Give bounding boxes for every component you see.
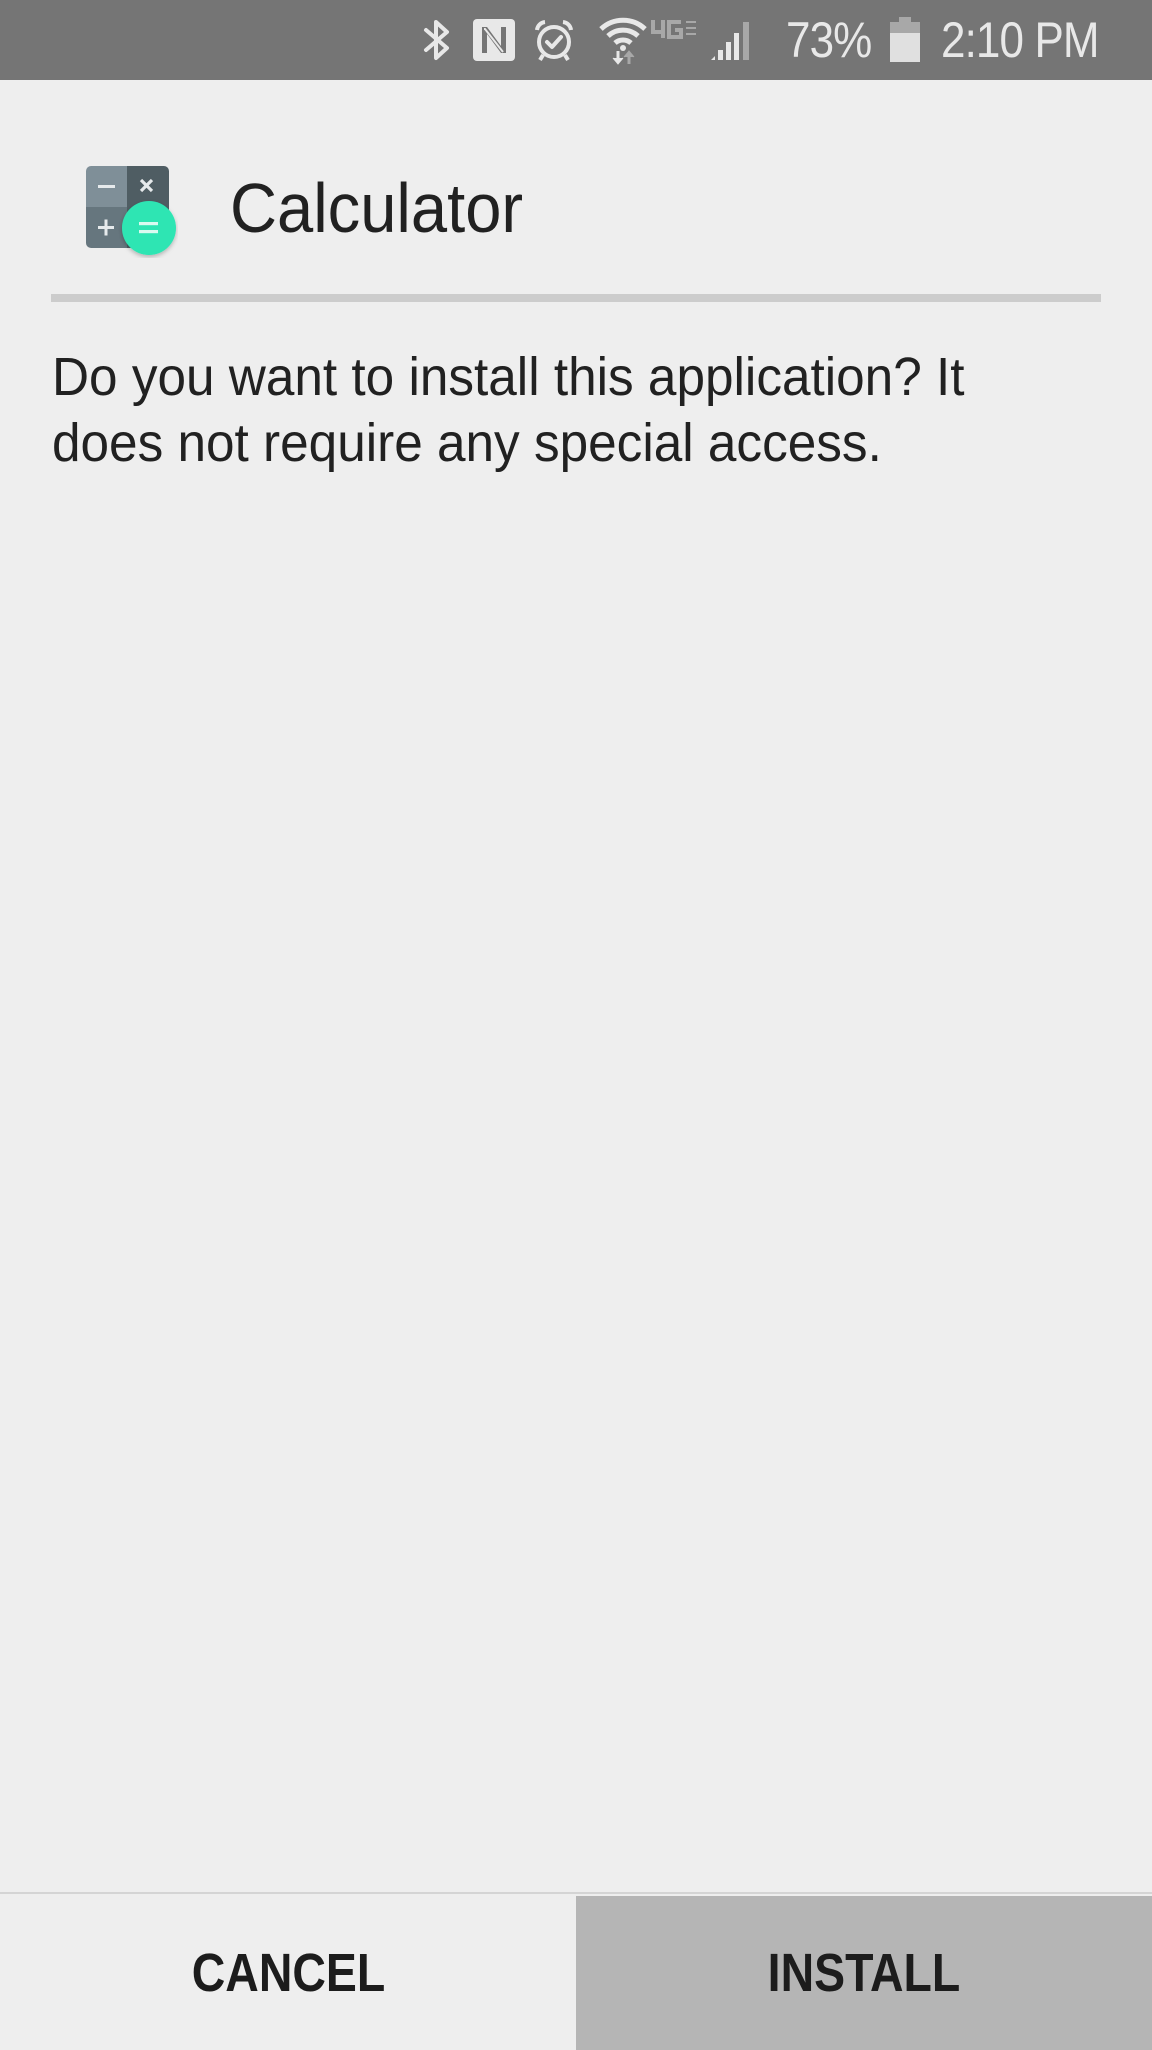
battery-percent: 73%: [786, 12, 872, 68]
header-divider: [51, 294, 1101, 302]
install-message-line-1: Do you want to install this application?…: [52, 347, 965, 407]
install-button-label: INSTALL: [767, 1943, 961, 2003]
network-4g-icon: [650, 0, 702, 80]
bluetooth-icon: [420, 0, 454, 80]
app-name: Calculator: [230, 169, 524, 247]
battery-icon: [888, 0, 922, 80]
wifi-icon: [598, 0, 648, 80]
calculator-app-icon: [86, 166, 178, 258]
cancel-button-label: CANCEL: [191, 1943, 385, 2003]
install-message: Do you want to install this application?…: [52, 344, 1088, 476]
status-time: 2:10 PM: [941, 12, 1100, 68]
nfc-icon: [472, 0, 516, 80]
install-button[interactable]: INSTALL: [576, 1896, 1152, 2050]
signal-strength-icon: [708, 0, 754, 80]
status-bar: 73% 2:10 PM: [0, 0, 1152, 80]
install-message-line-2: does not require any special access.: [52, 413, 882, 473]
alarm-icon: [532, 0, 576, 80]
cancel-button[interactable]: CANCEL: [0, 1896, 576, 2050]
action-button-bar: CANCEL INSTALL: [0, 1892, 1152, 2050]
